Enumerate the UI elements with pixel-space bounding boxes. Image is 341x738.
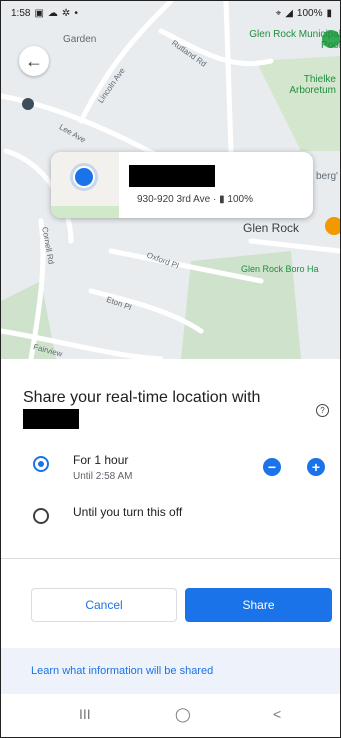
battery-icon: ▮: [219, 194, 225, 205]
status-time: 1:58: [11, 7, 31, 19]
radio-for-1-hour[interactable]: [33, 456, 49, 472]
battery-icon: ▮: [326, 7, 332, 19]
option-sublabel: Until 2:58 AM: [73, 471, 133, 482]
sheet-title: Share your real-time location with: [23, 389, 261, 406]
thumbnail-park-strip: [51, 206, 119, 218]
address-separator: ·: [213, 194, 217, 205]
location-card[interactable]: 930-920 3rd Ave · ▮ 100%: [51, 152, 313, 218]
option-label: For 1 hour: [73, 453, 129, 467]
phone-screen: 1:58 ▣ ☁ ✲ • ⌖ ◢ 100% ▮ Garden Rutland R…: [0, 0, 341, 738]
location-thumbnail: [51, 152, 119, 218]
share-sheet: Share your real-time location with ? For…: [1, 359, 340, 737]
radio-until-off[interactable]: [33, 508, 49, 524]
image-icon: ▣: [34, 7, 44, 19]
option-for-1-hour[interactable]: For 1 hour Until 2:58 AM: [33, 453, 293, 483]
option-until-off[interactable]: Until you turn this off: [33, 505, 293, 535]
arrow-left-icon: ←: [25, 50, 43, 71]
map-label-thielke: Thielke Arboretum: [289, 74, 336, 96]
back-button[interactable]: ←: [19, 46, 49, 76]
share-button[interactable]: Share: [185, 588, 332, 622]
map-label-glen-rock-pool: Glen Rock Municipal Pool: [249, 29, 340, 51]
location-battery: 100%: [227, 194, 253, 205]
decrease-duration-button[interactable]: −: [263, 458, 281, 476]
location-icon: ⌖: [275, 7, 282, 19]
help-icon[interactable]: ?: [316, 404, 329, 417]
location-pin-icon: [73, 166, 95, 188]
option-label: Until you turn this off: [73, 505, 183, 519]
status-bar: 1:58 ▣ ☁ ✲ • ⌖ ◢ 100% ▮: [11, 5, 332, 21]
redacted-name: [129, 165, 215, 187]
divider: [1, 558, 340, 559]
learn-more-bar: Learn what information will be shared: [1, 648, 340, 694]
location-address-line: 930-920 3rd Ave · ▮ 100%: [137, 194, 253, 205]
learn-more-link[interactable]: Learn what information will be shared: [31, 665, 213, 677]
map-label-berg: berg': [316, 171, 338, 182]
map-label-garden: Garden: [63, 34, 97, 45]
location-address: 930-920 3rd Ave: [137, 194, 211, 205]
status-battery: 100%: [296, 7, 323, 19]
system-back-button[interactable]: <: [273, 706, 281, 722]
redacted-contact: [23, 409, 79, 429]
system-nav-bar: III ◯ <: [1, 694, 340, 737]
gear-icon: ✲: [61, 7, 71, 19]
increase-duration-button[interactable]: +: [307, 458, 325, 476]
wifi-icon: ◢: [285, 7, 293, 19]
cancel-button[interactable]: Cancel: [31, 588, 177, 622]
cloud-icon: ☁: [47, 7, 58, 19]
map-label-glen-rock: Glen Rock: [243, 221, 300, 235]
home-button[interactable]: ◯: [175, 706, 191, 723]
map-label-boro: Glen Rock Boro Ha: [241, 264, 319, 274]
map-view[interactable]: 1:58 ▣ ☁ ✲ • ⌖ ◢ 100% ▮ Garden Rutland R…: [1, 1, 340, 359]
dot-icon: •: [74, 7, 78, 19]
recents-button[interactable]: III: [79, 706, 91, 722]
